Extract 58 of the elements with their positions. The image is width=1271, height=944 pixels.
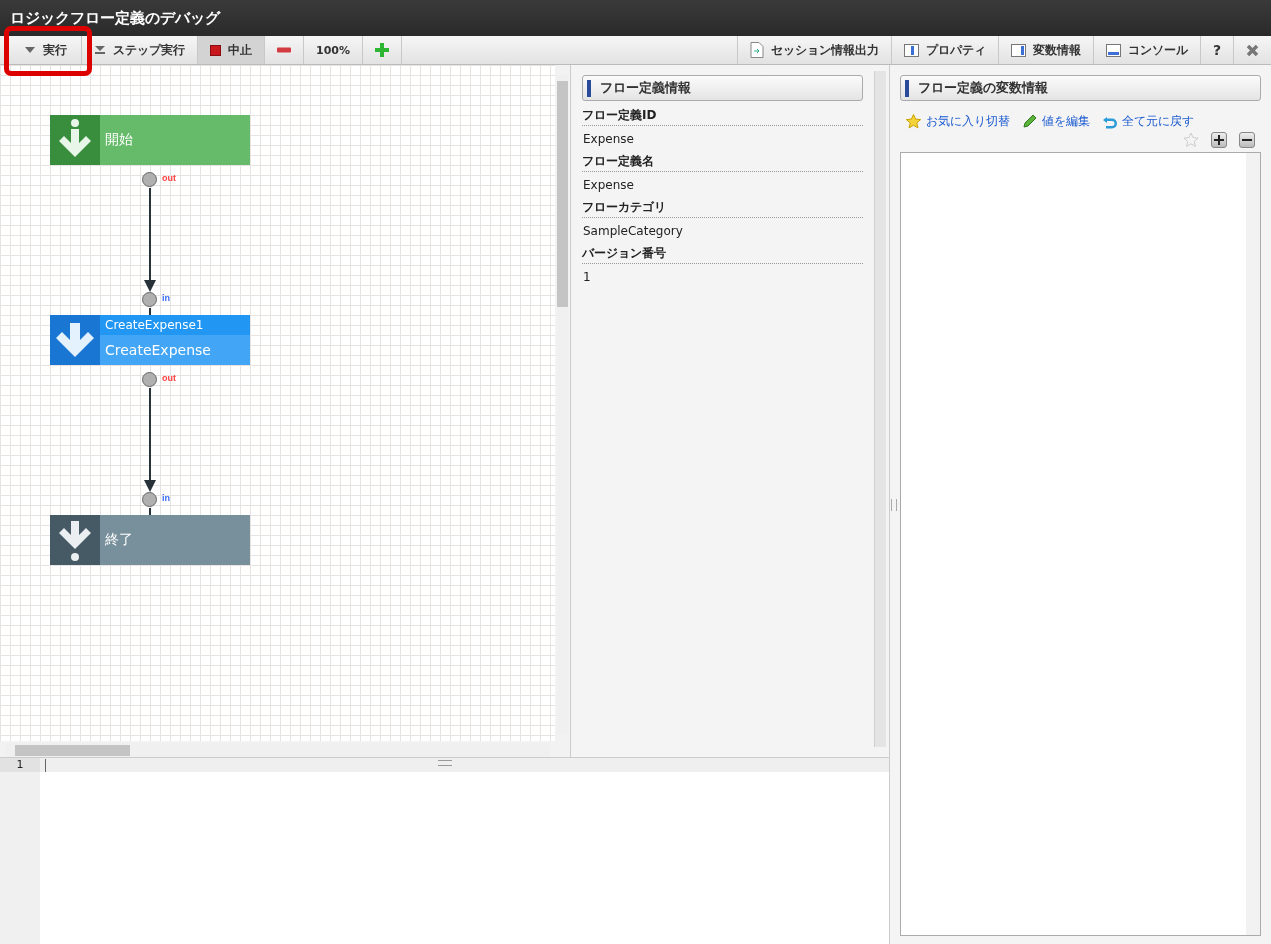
toolbar-button[interactable]: 中止	[198, 36, 265, 64]
port-label: out	[162, 373, 176, 383]
star-icon	[906, 114, 921, 129]
node-id: CreateExpense1	[100, 315, 250, 335]
connector-arrow[interactable]	[144, 187, 156, 292]
plus-icon	[375, 43, 389, 57]
resize-handle[interactable]	[438, 760, 452, 766]
minus-icon	[277, 47, 291, 53]
port-label: in	[162, 493, 170, 503]
vertical-scrollbar[interactable]	[1246, 153, 1260, 935]
code-editor[interactable]: 1	[0, 757, 889, 944]
line-number: 1	[0, 758, 40, 772]
port-circle[interactable]	[142, 492, 157, 507]
port-label: in	[162, 293, 170, 303]
port-circle[interactable]	[142, 172, 157, 187]
toolbar-button[interactable]: 実行	[0, 36, 82, 64]
field-label: フロー定義名	[582, 151, 863, 172]
star-icon	[1183, 132, 1199, 148]
document-export-icon	[749, 42, 764, 58]
panel-icon	[1010, 43, 1026, 57]
field-label: フローカテゴリ	[582, 197, 863, 218]
plus-icon	[1214, 135, 1224, 145]
add-button[interactable]	[1211, 132, 1227, 148]
toolbar-button[interactable]: 変数情報	[997, 36, 1093, 64]
remove-button[interactable]	[1239, 132, 1255, 148]
connector-arrow[interactable]	[144, 387, 156, 492]
field-label: バージョン番号	[582, 243, 863, 264]
vertical-scrollbar[interactable]	[874, 71, 886, 747]
step-icon	[94, 45, 106, 55]
toolbar-button[interactable]: 100%	[304, 36, 363, 64]
port-circle[interactable]	[142, 372, 157, 387]
field-value: SampleCategory	[582, 223, 684, 240]
stop-icon	[210, 44, 221, 56]
action-link[interactable]: 値を編集	[1022, 113, 1090, 130]
field-value: Expense	[582, 131, 635, 148]
close-icon	[1246, 43, 1259, 57]
panel-title: フロー定義情報	[600, 79, 691, 97]
window-title: ロジックフロー定義のデバッグ	[10, 8, 220, 28]
action-link[interactable]: お気に入り切替	[906, 113, 1010, 130]
toolbar-button[interactable]: コンソール	[1092, 36, 1200, 64]
field-label: フロー定義ID	[582, 105, 863, 126]
toolbar-button[interactable]: プロパティ	[890, 36, 998, 64]
port-circle[interactable]	[142, 292, 157, 307]
help-button[interactable]: ?	[1199, 36, 1233, 64]
field-value: Expense	[582, 177, 635, 194]
caret-down-icon	[24, 46, 36, 54]
toolbar-button[interactable]: セッション情報出力	[736, 36, 891, 64]
undo-icon	[1102, 114, 1117, 129]
pencil-icon	[1022, 114, 1037, 129]
action-link[interactable]: 全て元に戻す	[1102, 113, 1194, 130]
panel-icon	[903, 43, 919, 57]
port-label: out	[162, 173, 176, 183]
node-label: 終了	[104, 531, 134, 549]
panel-title: フロー定義の変数情報	[918, 79, 1048, 97]
panel-icon	[1105, 43, 1121, 57]
node-label: 開始	[104, 131, 134, 149]
node-label: CreateExpense	[104, 341, 212, 360]
field-value: 1	[582, 269, 592, 286]
